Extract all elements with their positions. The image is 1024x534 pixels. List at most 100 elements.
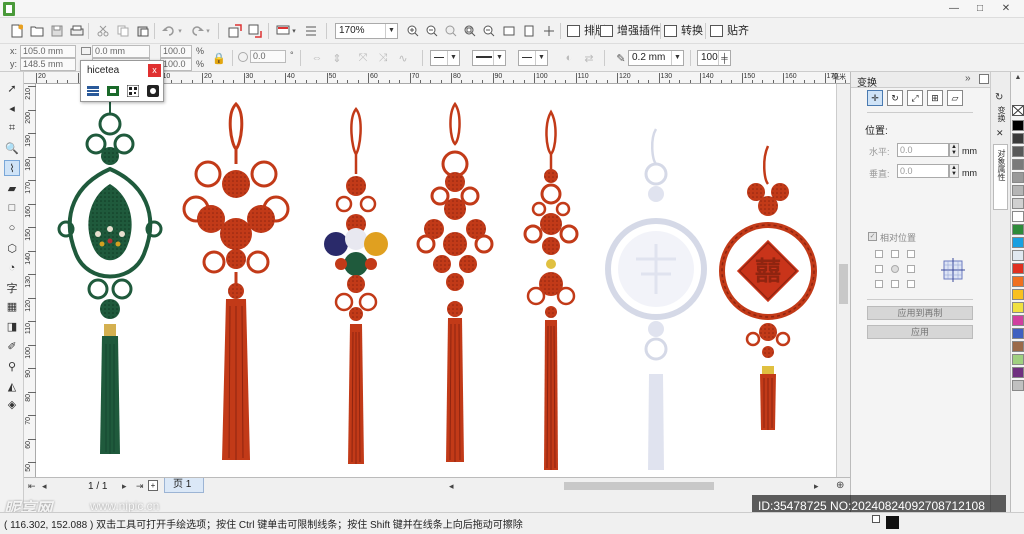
page-first-icon[interactable]: ⇤ — [28, 481, 36, 492]
scale-tab-icon[interactable]: ⤢ — [907, 90, 923, 106]
color-swatch[interactable] — [1012, 224, 1024, 235]
color-swatch[interactable] — [1012, 354, 1024, 365]
zoom-in-icon[interactable] — [404, 22, 422, 40]
page-previous-icon[interactable]: ◂ — [42, 481, 47, 492]
ellipse-tool-icon[interactable]: ○ — [4, 220, 20, 236]
green-knot-pendant[interactable] — [57, 84, 163, 454]
open-folder-icon[interactable] — [28, 22, 46, 40]
color-swatch[interactable] — [1012, 198, 1024, 209]
horizontal-scroll-thumb[interactable] — [564, 482, 714, 490]
side-tab-close-icon[interactable]: ✕ — [996, 128, 1004, 139]
interactive-tool-icon[interactable]: ◨ — [4, 318, 20, 334]
side-tab-object-properties[interactable]: 对象属性 — [993, 144, 1008, 210]
table-tool-icon[interactable]: ▦ — [4, 298, 20, 314]
color-swatch[interactable] — [1012, 328, 1024, 339]
zoom-selected-icon[interactable] — [442, 22, 460, 40]
red-knot-pendant-1[interactable] — [182, 101, 290, 460]
import-icon[interactable] — [226, 22, 244, 40]
redo-dropdown-icon[interactable]: ▾ — [204, 22, 212, 40]
export-icon[interactable] — [246, 22, 264, 40]
zoom-all-objects-icon[interactable] — [461, 22, 479, 40]
reverse-direction-icon[interactable]: ⇄ — [580, 49, 598, 67]
interactive-fill-tool-icon[interactable]: ◈ — [4, 396, 20, 412]
pick-tool-icon[interactable]: ➚ — [4, 80, 20, 96]
popup-logo-icon[interactable] — [87, 85, 99, 97]
vertical-scroll-thumb[interactable] — [839, 264, 848, 304]
palette-scroll-up-icon[interactable]: ▲ — [1012, 74, 1024, 82]
color-swatch[interactable] — [1012, 146, 1024, 157]
red-knot-pendant-2[interactable] — [416, 101, 494, 462]
horizontal-input[interactable]: 0.0 — [897, 143, 949, 157]
vertical-spinner[interactable]: ▲ ▼ — [949, 164, 959, 178]
anchor-top-right[interactable] — [907, 250, 915, 258]
anchor-middle-right[interactable] — [907, 265, 915, 273]
save-icon[interactable] — [48, 22, 66, 40]
anchor-top-center[interactable] — [891, 250, 899, 258]
page-tab[interactable]: 页 1 — [164, 478, 204, 493]
new-document-icon[interactable] — [8, 22, 26, 40]
paste-icon[interactable] — [134, 22, 152, 40]
color-swatch[interactable] — [1012, 341, 1024, 352]
color-swatch[interactable] — [1012, 380, 1024, 391]
pan-icon[interactable] — [540, 22, 558, 40]
color-swatch[interactable] — [1012, 250, 1024, 261]
close-curve-icon[interactable]: ◐ — [560, 49, 578, 67]
scroll-left-icon[interactable]: ◂ — [449, 481, 454, 492]
multicolor-knot-pendant[interactable] — [324, 106, 388, 464]
app-launcher-dropdown-icon[interactable]: ▾ — [290, 22, 298, 40]
red-knot-pendant-3[interactable] — [523, 109, 579, 470]
x-position-input[interactable]: 105.0 mm — [20, 45, 76, 58]
color-swatch[interactable] — [1012, 276, 1024, 287]
side-tab-pin-icon[interactable]: ↻ — [995, 92, 1003, 103]
fill-tool-icon[interactable]: ◭ — [4, 378, 20, 394]
rectangle-tool-icon[interactable]: □ — [4, 200, 20, 216]
options-icon[interactable] — [302, 22, 320, 40]
no-color-swatch[interactable] — [1012, 105, 1024, 116]
scale-y-input[interactable]: 100.0 — [160, 58, 192, 71]
smoothness-input[interactable]: 100 ╪ — [697, 50, 731, 66]
scale-x-input[interactable]: 100.0 — [160, 45, 192, 58]
smooth-node-icon[interactable]: ∿ — [394, 49, 412, 67]
color-swatch[interactable] — [1012, 159, 1024, 170]
vertical-scrollbar[interactable] — [836, 84, 850, 477]
add-page-icon[interactable]: + — [148, 480, 158, 491]
side-tab-transform[interactable]: 变换 — [996, 106, 1007, 122]
polygon-tool-icon[interactable]: ⬡ — [4, 240, 20, 256]
docker-expand-icon[interactable]: » — [965, 73, 971, 84]
copy-icon[interactable] — [114, 22, 132, 40]
color-swatch[interactable] — [1012, 367, 1024, 378]
outline-width-select[interactable]: 0.2 mm ▼ — [628, 50, 684, 66]
zoom-out-icon[interactable] — [423, 22, 441, 40]
freehand-tool-icon[interactable]: ⌇ — [4, 160, 20, 176]
page-next-icon[interactable]: ▸ — [122, 481, 127, 492]
minimize-button[interactable]: — — [942, 2, 966, 16]
apply-button[interactable]: 应用 — [867, 325, 973, 339]
node-break-icon[interactable]: ⤨ — [374, 49, 392, 67]
menu-snap-button[interactable]: 贴齐 — [710, 22, 749, 40]
rotate-tab-icon[interactable]: ↻ — [887, 90, 903, 106]
outline-color-swatch[interactable] — [886, 516, 899, 529]
end-arrow-select[interactable]: ▼ — [518, 50, 548, 66]
faded-knot-pendant[interactable] — [605, 128, 707, 470]
color-swatch[interactable] — [1012, 172, 1024, 183]
zoom-height-icon[interactable] — [520, 22, 538, 40]
shape-tool-icon[interactable]: ◂ — [4, 100, 20, 116]
popup-camera-icon[interactable] — [147, 85, 159, 97]
maximize-button[interactable]: □ — [968, 2, 992, 16]
size-tab-icon[interactable]: ⊞ — [927, 90, 943, 106]
lock-ratio-icon[interactable]: 🔒 — [210, 49, 228, 67]
page-last-icon[interactable]: ⇥ — [136, 481, 144, 492]
color-swatch[interactable] — [1012, 211, 1024, 222]
double-happiness-knot-pendant[interactable]: 囍 — [719, 145, 817, 430]
relative-position-checkbox[interactable]: ✓ — [868, 232, 877, 241]
anchor-bottom-left[interactable] — [875, 280, 883, 288]
vertical-input[interactable]: 0.0 — [897, 164, 949, 178]
eyedropper-tool-icon[interactable]: ✐ — [4, 338, 20, 354]
close-button[interactable]: ✕ — [994, 2, 1018, 16]
anchor-bottom-right[interactable] — [907, 280, 915, 288]
color-swatch[interactable] — [1012, 237, 1024, 248]
anchor-top-left[interactable] — [875, 250, 883, 258]
horizontal-spinner[interactable]: ▲ ▼ — [949, 143, 959, 157]
mirror-horizontal-icon[interactable]: ⇔ — [308, 49, 326, 67]
popup-image-icon[interactable] — [107, 85, 119, 97]
